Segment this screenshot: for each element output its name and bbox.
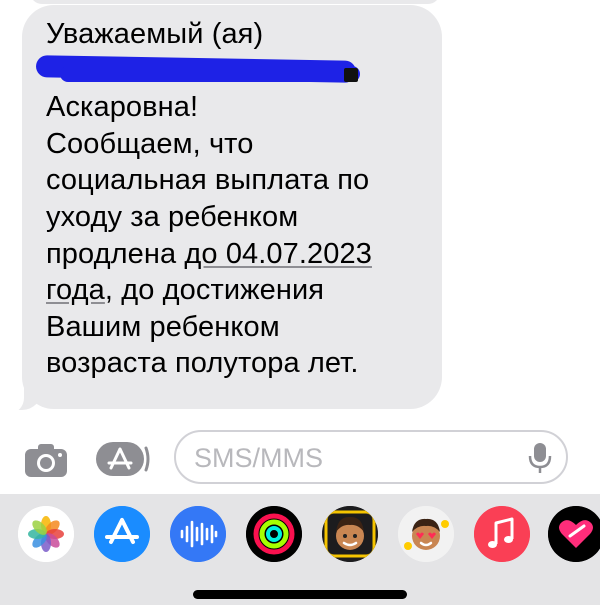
- message-line: продлена до 04.07.2023: [46, 236, 436, 273]
- app-store-icon: [94, 506, 150, 562]
- message-line: года, до достижения: [46, 272, 436, 309]
- previous-message-bubble: [30, 0, 440, 4]
- message-input[interactable]: [192, 440, 526, 476]
- camera-icon: [25, 444, 67, 477]
- message-line: социальная выплата по: [46, 164, 370, 197]
- home-indicator[interactable]: [193, 590, 407, 599]
- dictation-button[interactable]: [528, 442, 552, 474]
- date-link[interactable]: до 04.07.2023: [184, 238, 372, 270]
- music-icon: [474, 506, 530, 562]
- photos-icon: [18, 506, 74, 562]
- date-link-continued[interactable]: года: [46, 274, 105, 306]
- memoji-stickers-app-button[interactable]: [398, 506, 454, 562]
- message-input-field[interactable]: [174, 430, 568, 484]
- memoji-stickers-icon: [398, 506, 454, 562]
- redaction-mark: [344, 68, 358, 82]
- memoji-app-button[interactable]: [322, 506, 378, 562]
- audio-message-icon: [170, 506, 226, 562]
- fitness-app-button[interactable]: [246, 506, 302, 562]
- message-line: возраста полутора лет.: [46, 347, 359, 380]
- compose-bar: [0, 428, 600, 490]
- music-app-button[interactable]: [474, 506, 530, 562]
- imessage-app-drawer: [0, 494, 600, 605]
- digital-touch-app-button[interactable]: [548, 506, 600, 562]
- digital-touch-icon: [548, 506, 600, 562]
- message-line: Вашим ребенком: [46, 310, 280, 343]
- microphone-icon: [528, 443, 552, 473]
- photos-app-button[interactable]: [18, 506, 74, 562]
- audio-message-app-button[interactable]: [170, 506, 226, 562]
- camera-button[interactable]: [24, 442, 68, 478]
- fitness-activity-icon: [246, 506, 302, 562]
- redaction-scribble: [60, 66, 360, 82]
- message-line: Аскаровна!: [46, 91, 199, 124]
- message-line-text: продлена: [46, 237, 185, 270]
- app-store-app-button[interactable]: [94, 506, 150, 562]
- message-line: Сообщаем, что: [46, 127, 254, 160]
- message-line: Уважаемый (ая): [46, 18, 264, 50]
- apps-button[interactable]: [96, 442, 150, 476]
- memoji-icon: [322, 506, 378, 562]
- message-line: уходу за ребенком: [46, 200, 299, 233]
- app-store-icon: [96, 442, 150, 476]
- message-line-text: , до достижения: [104, 274, 325, 307]
